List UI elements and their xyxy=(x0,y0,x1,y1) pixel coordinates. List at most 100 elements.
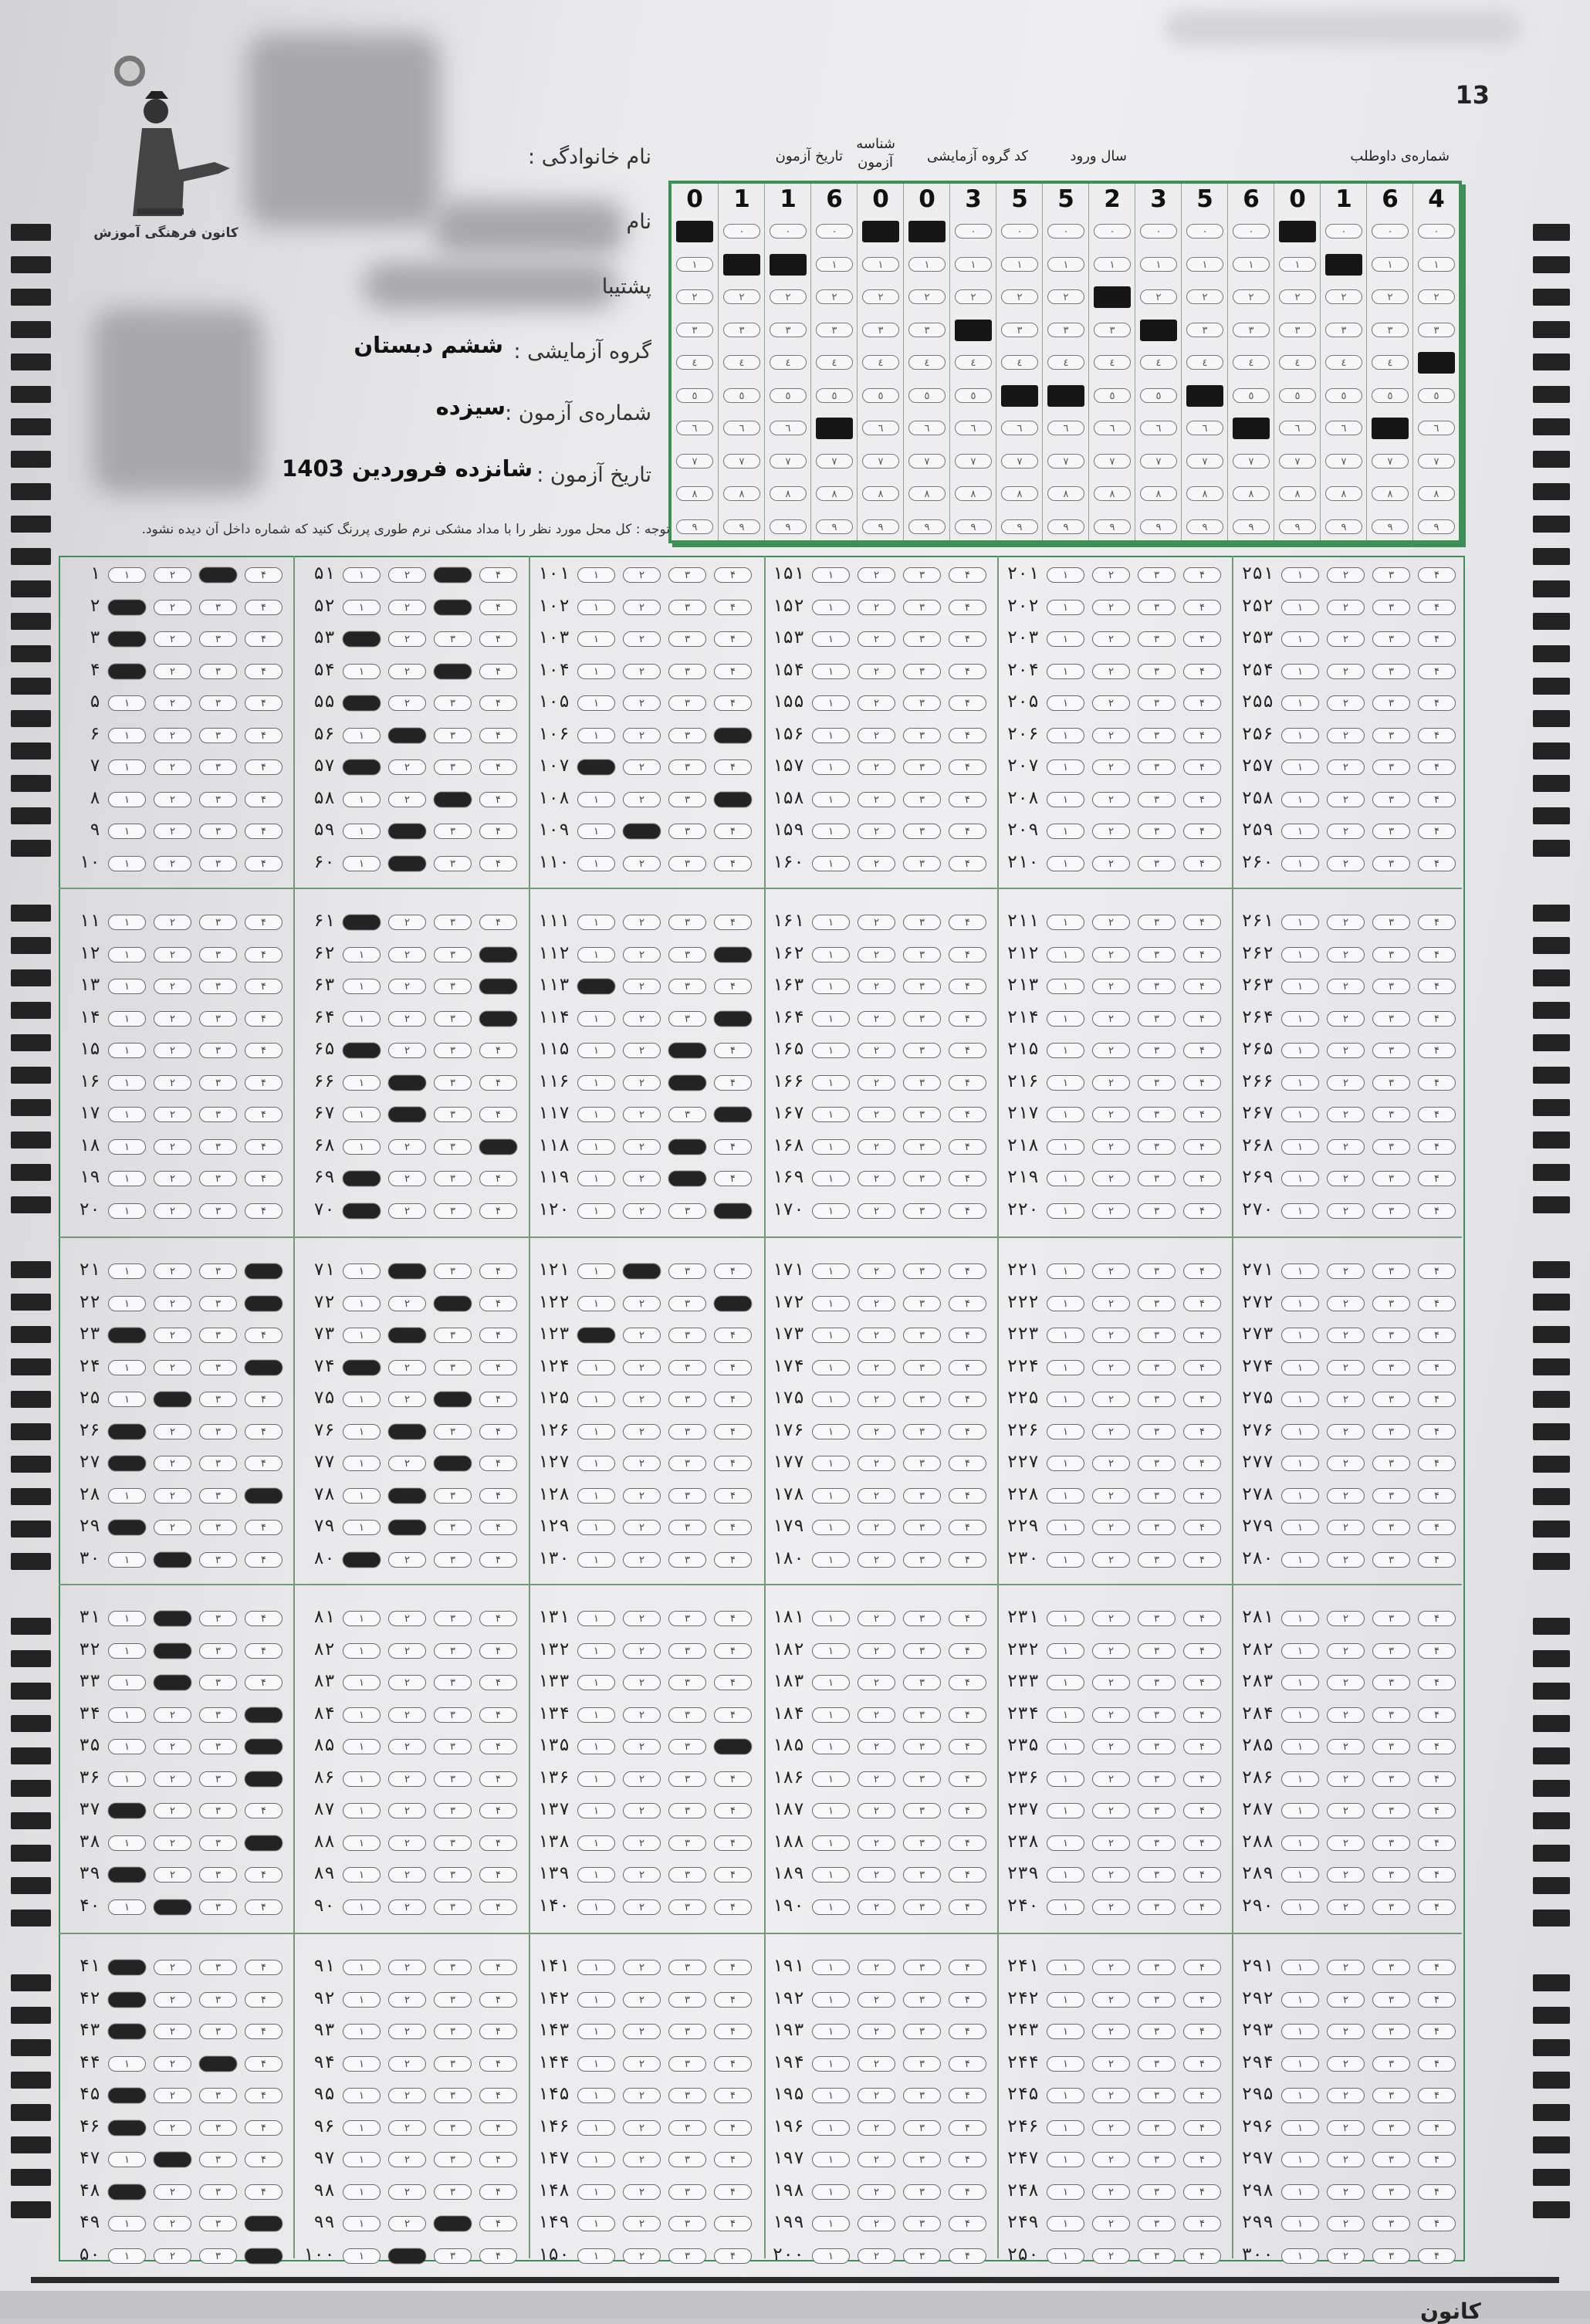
answer-bubble[interactable]: ۴ xyxy=(1183,1203,1221,1219)
answer-bubble[interactable]: ۳ xyxy=(434,1074,472,1091)
answer-bubble[interactable]: ۱ xyxy=(577,631,615,647)
answer-bubble[interactable]: ۴ xyxy=(245,2119,282,2136)
code-bubble[interactable]: ٦ xyxy=(1186,421,1223,435)
answer-bubble[interactable]: ۲ xyxy=(1092,1043,1130,1058)
answer-bubble[interactable]: ۴ xyxy=(479,2152,517,2167)
answer-bubble[interactable]: ۲ xyxy=(858,1359,895,1375)
answer-bubble[interactable]: ۴ xyxy=(479,1835,517,1851)
answer-bubble[interactable]: ۱ xyxy=(577,1423,615,1439)
answer-bubble[interactable]: ۴ xyxy=(1418,1010,1456,1027)
answer-bubble[interactable]: ۳ xyxy=(668,946,706,962)
code-bubble[interactable]: ٩ xyxy=(723,519,760,534)
code-bubble[interactable]: ٣ xyxy=(1233,322,1270,337)
code-bubble[interactable]: ٣ xyxy=(1047,322,1084,337)
answer-bubble[interactable]: ۱ xyxy=(812,2024,850,2039)
answer-bubble[interactable]: ۱ xyxy=(812,599,850,615)
answer-bubble[interactable]: ۳ xyxy=(1138,1899,1176,1915)
answer-bubble[interactable]: ۱ xyxy=(812,791,850,807)
answer-bubble[interactable]: ۱ xyxy=(577,2184,615,2200)
answer-bubble[interactable]: ۱ xyxy=(812,1107,850,1122)
code-bubble[interactable]: ٥ xyxy=(676,387,713,403)
answer-bubble[interactable]: ۳ xyxy=(1372,2184,1410,2200)
answer-bubble[interactable]: ۴ xyxy=(245,979,282,994)
answer-bubble[interactable]: ۲ xyxy=(858,2152,895,2167)
code-bubble[interactable]: ٤ xyxy=(1418,352,1455,374)
answer-bubble[interactable]: ۳ xyxy=(1372,2248,1410,2264)
answer-bubble[interactable]: ۴ xyxy=(949,1456,986,1471)
answer-bubble[interactable]: ۳ xyxy=(434,759,472,775)
answer-bubble[interactable]: ۱ xyxy=(1047,855,1084,871)
answer-bubble[interactable]: ۲ xyxy=(154,695,191,711)
answer-bubble[interactable]: ۲ xyxy=(388,1835,426,1851)
answer-bubble[interactable]: ۲ xyxy=(858,1456,895,1471)
answer-bubble[interactable]: ۳ xyxy=(1138,1960,1176,1975)
answer-bubble[interactable]: ۴ xyxy=(949,567,986,583)
answer-bubble[interactable]: ۲ xyxy=(1327,2055,1365,2072)
answer-bubble[interactable]: ۴ xyxy=(1418,1707,1456,1723)
answer-bubble[interactable]: ۲ xyxy=(1092,2216,1130,2231)
answer-bubble[interactable]: ۳ xyxy=(1372,567,1410,583)
answer-bubble[interactable]: ۴ xyxy=(949,1423,986,1439)
code-bubble[interactable]: ٩ xyxy=(1001,519,1038,534)
answer-bubble[interactable]: ۱ xyxy=(812,1551,850,1568)
code-bubble[interactable]: ٢ xyxy=(1001,289,1038,304)
answer-bubble[interactable]: ۲ xyxy=(623,1295,661,1311)
answer-bubble[interactable]: ۲ xyxy=(1327,2024,1365,2039)
answer-bubble[interactable]: ۴ xyxy=(1418,759,1456,775)
answer-bubble[interactable]: ۳ xyxy=(1138,2152,1176,2167)
answer-bubble[interactable]: ۳ xyxy=(1372,1867,1410,1883)
answer-bubble[interactable]: ۱ xyxy=(577,1043,615,1058)
code-bubble[interactable]: ٩ xyxy=(1372,519,1409,534)
answer-bubble[interactable]: ۳ xyxy=(199,1835,237,1851)
answer-bubble[interactable]: ۲ xyxy=(154,1359,191,1375)
answer-bubble[interactable]: ۱ xyxy=(1281,2184,1319,2200)
answer-bubble[interactable]: ۱ xyxy=(1281,2152,1319,2167)
answer-bubble[interactable]: ۱ xyxy=(343,1611,381,1626)
answer-bubble[interactable]: ۴ xyxy=(1183,759,1221,775)
answer-bubble[interactable]: ۴ xyxy=(479,1642,517,1659)
answer-bubble[interactable]: ۱ xyxy=(812,824,850,839)
code-bubble[interactable]: ١ xyxy=(1325,253,1362,276)
answer-bubble[interactable]: ۱ xyxy=(108,824,146,839)
answer-bubble[interactable]: ۱ xyxy=(108,979,146,994)
answer-bubble[interactable]: ۱ xyxy=(1047,1611,1084,1626)
answer-bubble[interactable]: ۲ xyxy=(858,1043,895,1058)
answer-bubble[interactable]: ۴ xyxy=(714,1203,752,1219)
answer-bubble[interactable]: ۲ xyxy=(388,1263,426,1279)
answer-bubble[interactable]: ۴ xyxy=(1418,824,1456,839)
code-bubble[interactable]: ٢ xyxy=(1418,289,1455,304)
code-bubble[interactable]: ٤ xyxy=(676,355,713,370)
answer-bubble[interactable]: ۴ xyxy=(479,1295,517,1311)
answer-bubble[interactable]: ۳ xyxy=(1372,1203,1410,1219)
answer-bubble[interactable]: ۴ xyxy=(714,2055,752,2072)
code-bubble[interactable]: ٧ xyxy=(1372,453,1409,469)
answer-bubble[interactable]: ۲ xyxy=(388,979,426,994)
answer-bubble[interactable]: ۱ xyxy=(1047,2152,1084,2167)
answer-bubble[interactable]: ۲ xyxy=(1327,1456,1365,1471)
answer-bubble[interactable]: ۳ xyxy=(199,1867,237,1883)
answer-bubble[interactable]: ۲ xyxy=(858,1991,895,2008)
answer-bubble[interactable]: ۳ xyxy=(903,1803,941,1818)
answer-bubble[interactable]: ۲ xyxy=(1327,1867,1365,1883)
answer-bubble[interactable]: ۱ xyxy=(343,824,381,839)
answer-bubble[interactable]: ۲ xyxy=(858,567,895,583)
answer-bubble[interactable]: ۱ xyxy=(812,1203,850,1219)
code-bubble[interactable]: ٢ xyxy=(1186,289,1223,304)
answer-bubble[interactable]: ۲ xyxy=(858,1739,895,1754)
answer-bubble[interactable]: ۳ xyxy=(434,2216,472,2231)
answer-bubble[interactable]: ۱ xyxy=(1281,1043,1319,1058)
answer-bubble[interactable]: ۱ xyxy=(343,599,381,615)
code-bubble[interactable]: ٩ xyxy=(770,519,807,534)
code-bubble[interactable]: ٠ xyxy=(1186,224,1223,238)
answer-bubble[interactable]: ۲ xyxy=(388,567,426,583)
answer-bubble[interactable]: ۳ xyxy=(668,979,706,994)
code-bubble[interactable]: ٢ xyxy=(955,289,992,304)
answer-bubble[interactable]: ۴ xyxy=(479,1803,517,1818)
code-bubble[interactable]: ٤ xyxy=(862,355,899,370)
answer-bubble[interactable]: ۲ xyxy=(388,1423,426,1439)
answer-bubble[interactable]: ۴ xyxy=(479,1611,517,1626)
code-bubble[interactable]: ٤ xyxy=(1047,355,1084,370)
code-bubble[interactable]: ٣ xyxy=(816,322,853,337)
answer-bubble[interactable]: ۳ xyxy=(668,1043,706,1058)
answer-bubble[interactable]: ۴ xyxy=(949,1107,986,1122)
